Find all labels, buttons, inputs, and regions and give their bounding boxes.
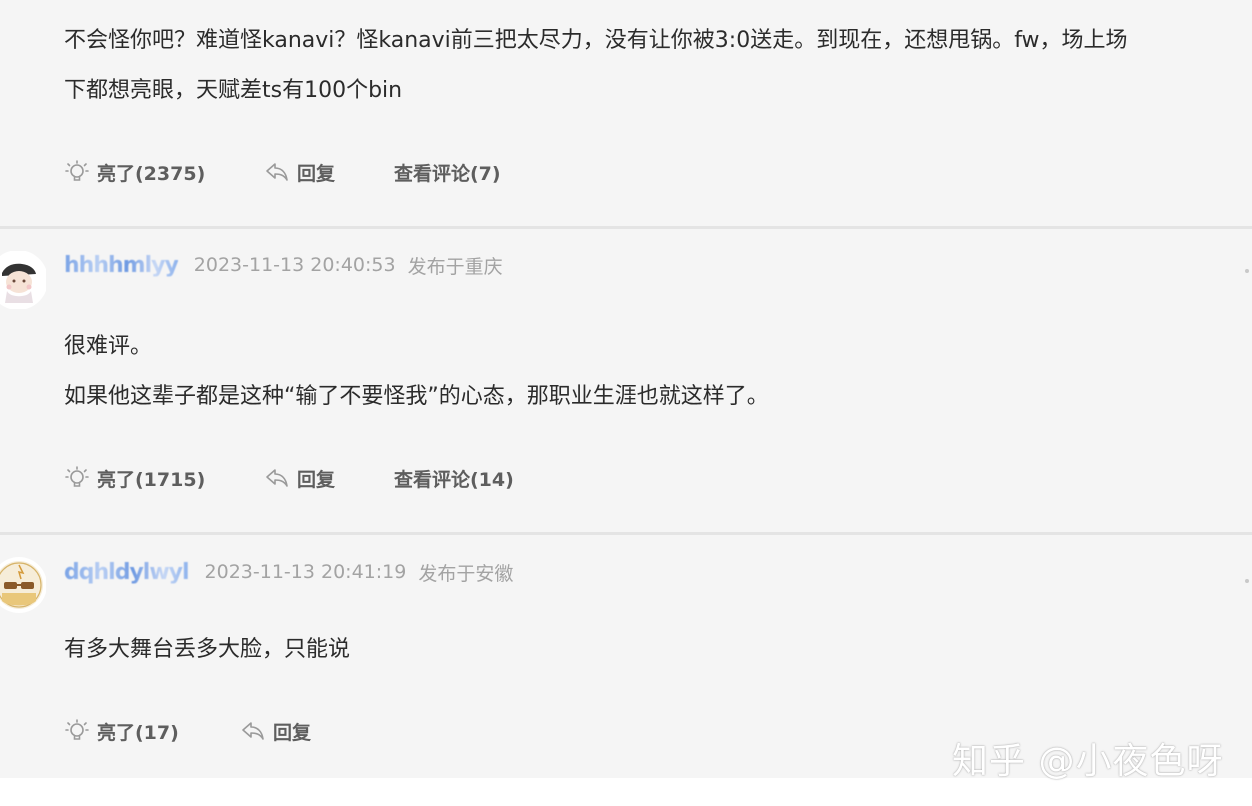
like-button[interactable]: 亮了(17) [64,718,240,745]
comment-item: hhhhmlyy 2023-11-13 20:40:53 发布于重庆 很难评。 … [0,229,1252,532]
like-button[interactable]: 亮了(1715) [64,465,264,492]
comment-meta: hhhhmlyy 2023-11-13 20:40:53 发布于重庆 [64,250,503,280]
lightbulb-icon [65,466,89,487]
reply-button[interactable]: 回复 [240,718,370,745]
username[interactable]: dqhldylwyl [64,560,190,585]
comment-actions: 亮了(2375) 回复 查看评论(7) [64,157,501,187]
reply-label: 回复 [273,721,312,744]
view-comments-label: 查看评论(14) [394,468,514,491]
comment-feed: 不会怪你吧？难道怪kanavi？怪kanavi前三把太尽力，没有让你被3:0送走… [0,0,1252,778]
comment-meta: dqhldylwyl 2023-11-13 20:41:19 发布于安徽 [64,557,513,587]
watermark: 知乎 @小夜色呀 [952,741,1224,782]
avatar[interactable] [0,251,46,309]
comment-body: 不会怪你吧？难道怪kanavi？怪kanavi前三把太尽力，没有让你被3:0送走… [64,16,1238,116]
reply-label: 回复 [297,162,336,185]
reply-arrow-icon [242,722,264,740]
comment-text-line: 不会怪你吧？难道怪kanavi？怪kanavi前三把太尽力，没有让你被3:0送走… [64,28,1128,53]
like-count: 亮了(1715) [97,468,206,491]
reply-arrow-icon [266,469,288,487]
timestamp: 2023-11-13 20:40:53 [193,254,396,276]
avatar[interactable] [0,555,46,613]
reply-button[interactable]: 回复 [264,159,394,186]
like-button[interactable]: 亮了(2375) [64,159,264,186]
lightbulb-icon [65,719,89,740]
sunglasses-face-avatar-icon [0,557,46,613]
comment-text-line: 很难评。 [64,334,153,359]
comment-body: 很难评。 如果他这辈子都是这种“输了不要怪我”的心态，那职业生涯也就这样了。 [64,322,1238,422]
reply-label: 回复 [297,468,336,491]
comment-text-line: 如果他这辈子都是这种“输了不要怪我”的心态，那职业生涯也就这样了。 [64,384,769,409]
more-options-dot[interactable] [1245,269,1249,273]
like-count: 亮了(2375) [97,162,206,185]
view-comments-label: 查看评论(7) [394,162,501,185]
view-comments-button[interactable]: 查看评论(7) [394,159,501,186]
comment-body: 有多大舞台丢多大脸，只能说 [64,625,1238,675]
comment-item: 不会怪你吧？难道怪kanavi？怪kanavi前三把太尽力，没有让你被3:0送走… [0,0,1252,226]
comment-actions: 亮了(17) 回复 [64,716,370,746]
location: 发布于安徽 [418,562,514,585]
lightbulb-icon [65,160,89,181]
comment-actions: 亮了(1715) 回复 查看评论(14) [64,463,514,493]
view-comments-button[interactable]: 查看评论(14) [394,465,514,492]
comment-text-line: 下都想亮眼，天赋差ts有100个bin [64,78,403,103]
location: 发布于重庆 [407,255,503,278]
reply-button[interactable]: 回复 [264,465,394,492]
comment-text-line: 有多大舞台丢多大脸，只能说 [64,637,351,662]
reply-arrow-icon [266,163,288,181]
timestamp: 2023-11-13 20:41:19 [204,561,407,583]
username[interactable]: hhhhmlyy [64,253,179,278]
like-count: 亮了(17) [97,721,179,744]
more-options-dot[interactable] [1245,579,1249,583]
anime-character-avatar-icon [0,251,46,309]
